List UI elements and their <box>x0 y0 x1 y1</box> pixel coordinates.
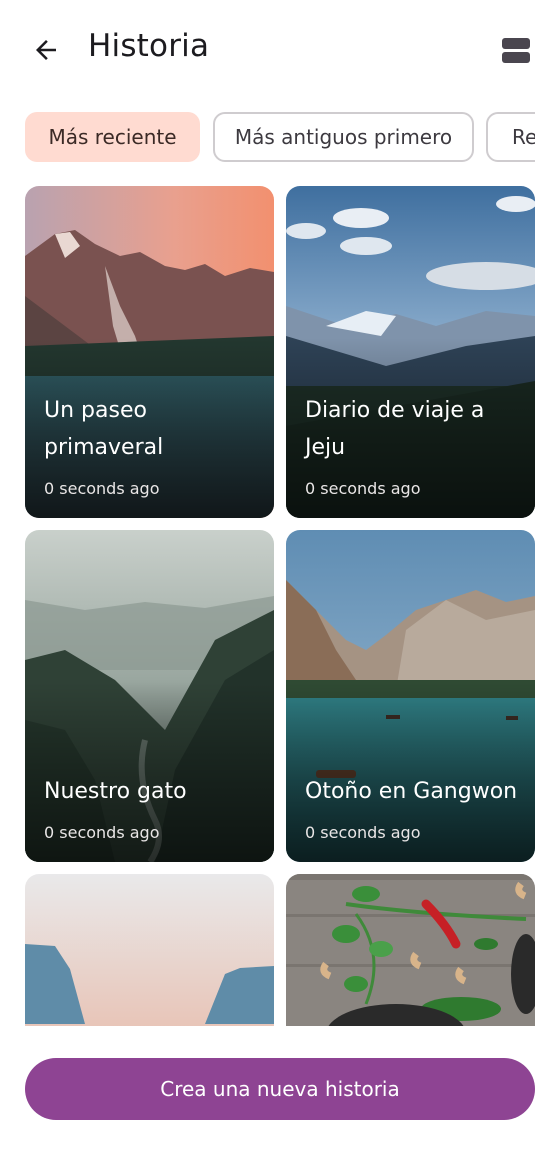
story-card[interactable]: Otoño en Gangwon 0 seconds ago <box>286 530 535 862</box>
story-timestamp: 0 seconds ago <box>305 479 421 498</box>
story-title: Otoño en Gangwon <box>305 779 518 804</box>
story-timestamp: 0 seconds ago <box>305 823 421 842</box>
story-thumbnail <box>25 874 274 1026</box>
story-title: Nuestro gato <box>44 779 187 804</box>
story-timestamp: 0 seconds ago <box>44 823 160 842</box>
story-title: Diario de viaje a Jeju <box>305 398 485 460</box>
create-story-button[interactable]: Crea una nueva historia <box>25 1058 535 1120</box>
page-title: Historia <box>88 28 210 64</box>
back-button[interactable] <box>26 30 66 70</box>
story-timestamp: 0 seconds ago <box>44 479 160 498</box>
chip-third[interactable]: Re <box>486 112 535 162</box>
chip-oldest-first[interactable]: Más antiguos primero <box>213 112 474 162</box>
top-app-bar: Historia <box>0 0 560 100</box>
story-card[interactable] <box>25 874 274 1026</box>
story-card[interactable]: Un paseo primaveral 0 seconds ago <box>25 186 274 518</box>
story-grid: Un paseo primaveral 0 seconds ago Diario… <box>25 186 535 1026</box>
story-card[interactable] <box>286 874 535 1026</box>
story-card[interactable]: Diario de viaje a Jeju 0 seconds ago <box>286 186 535 518</box>
story-card[interactable]: Nuestro gato 0 seconds ago <box>25 530 274 862</box>
arrow-back-icon <box>36 40 56 60</box>
story-thumbnail <box>286 874 535 1026</box>
layout-toggle-button[interactable] <box>496 30 536 70</box>
chip-most-recent[interactable]: Más reciente <box>25 112 200 162</box>
filter-chips: Más reciente Más antiguos primero Re <box>25 112 535 162</box>
view-agenda-icon <box>502 38 530 63</box>
story-title: Un paseo primaveral <box>44 398 164 460</box>
